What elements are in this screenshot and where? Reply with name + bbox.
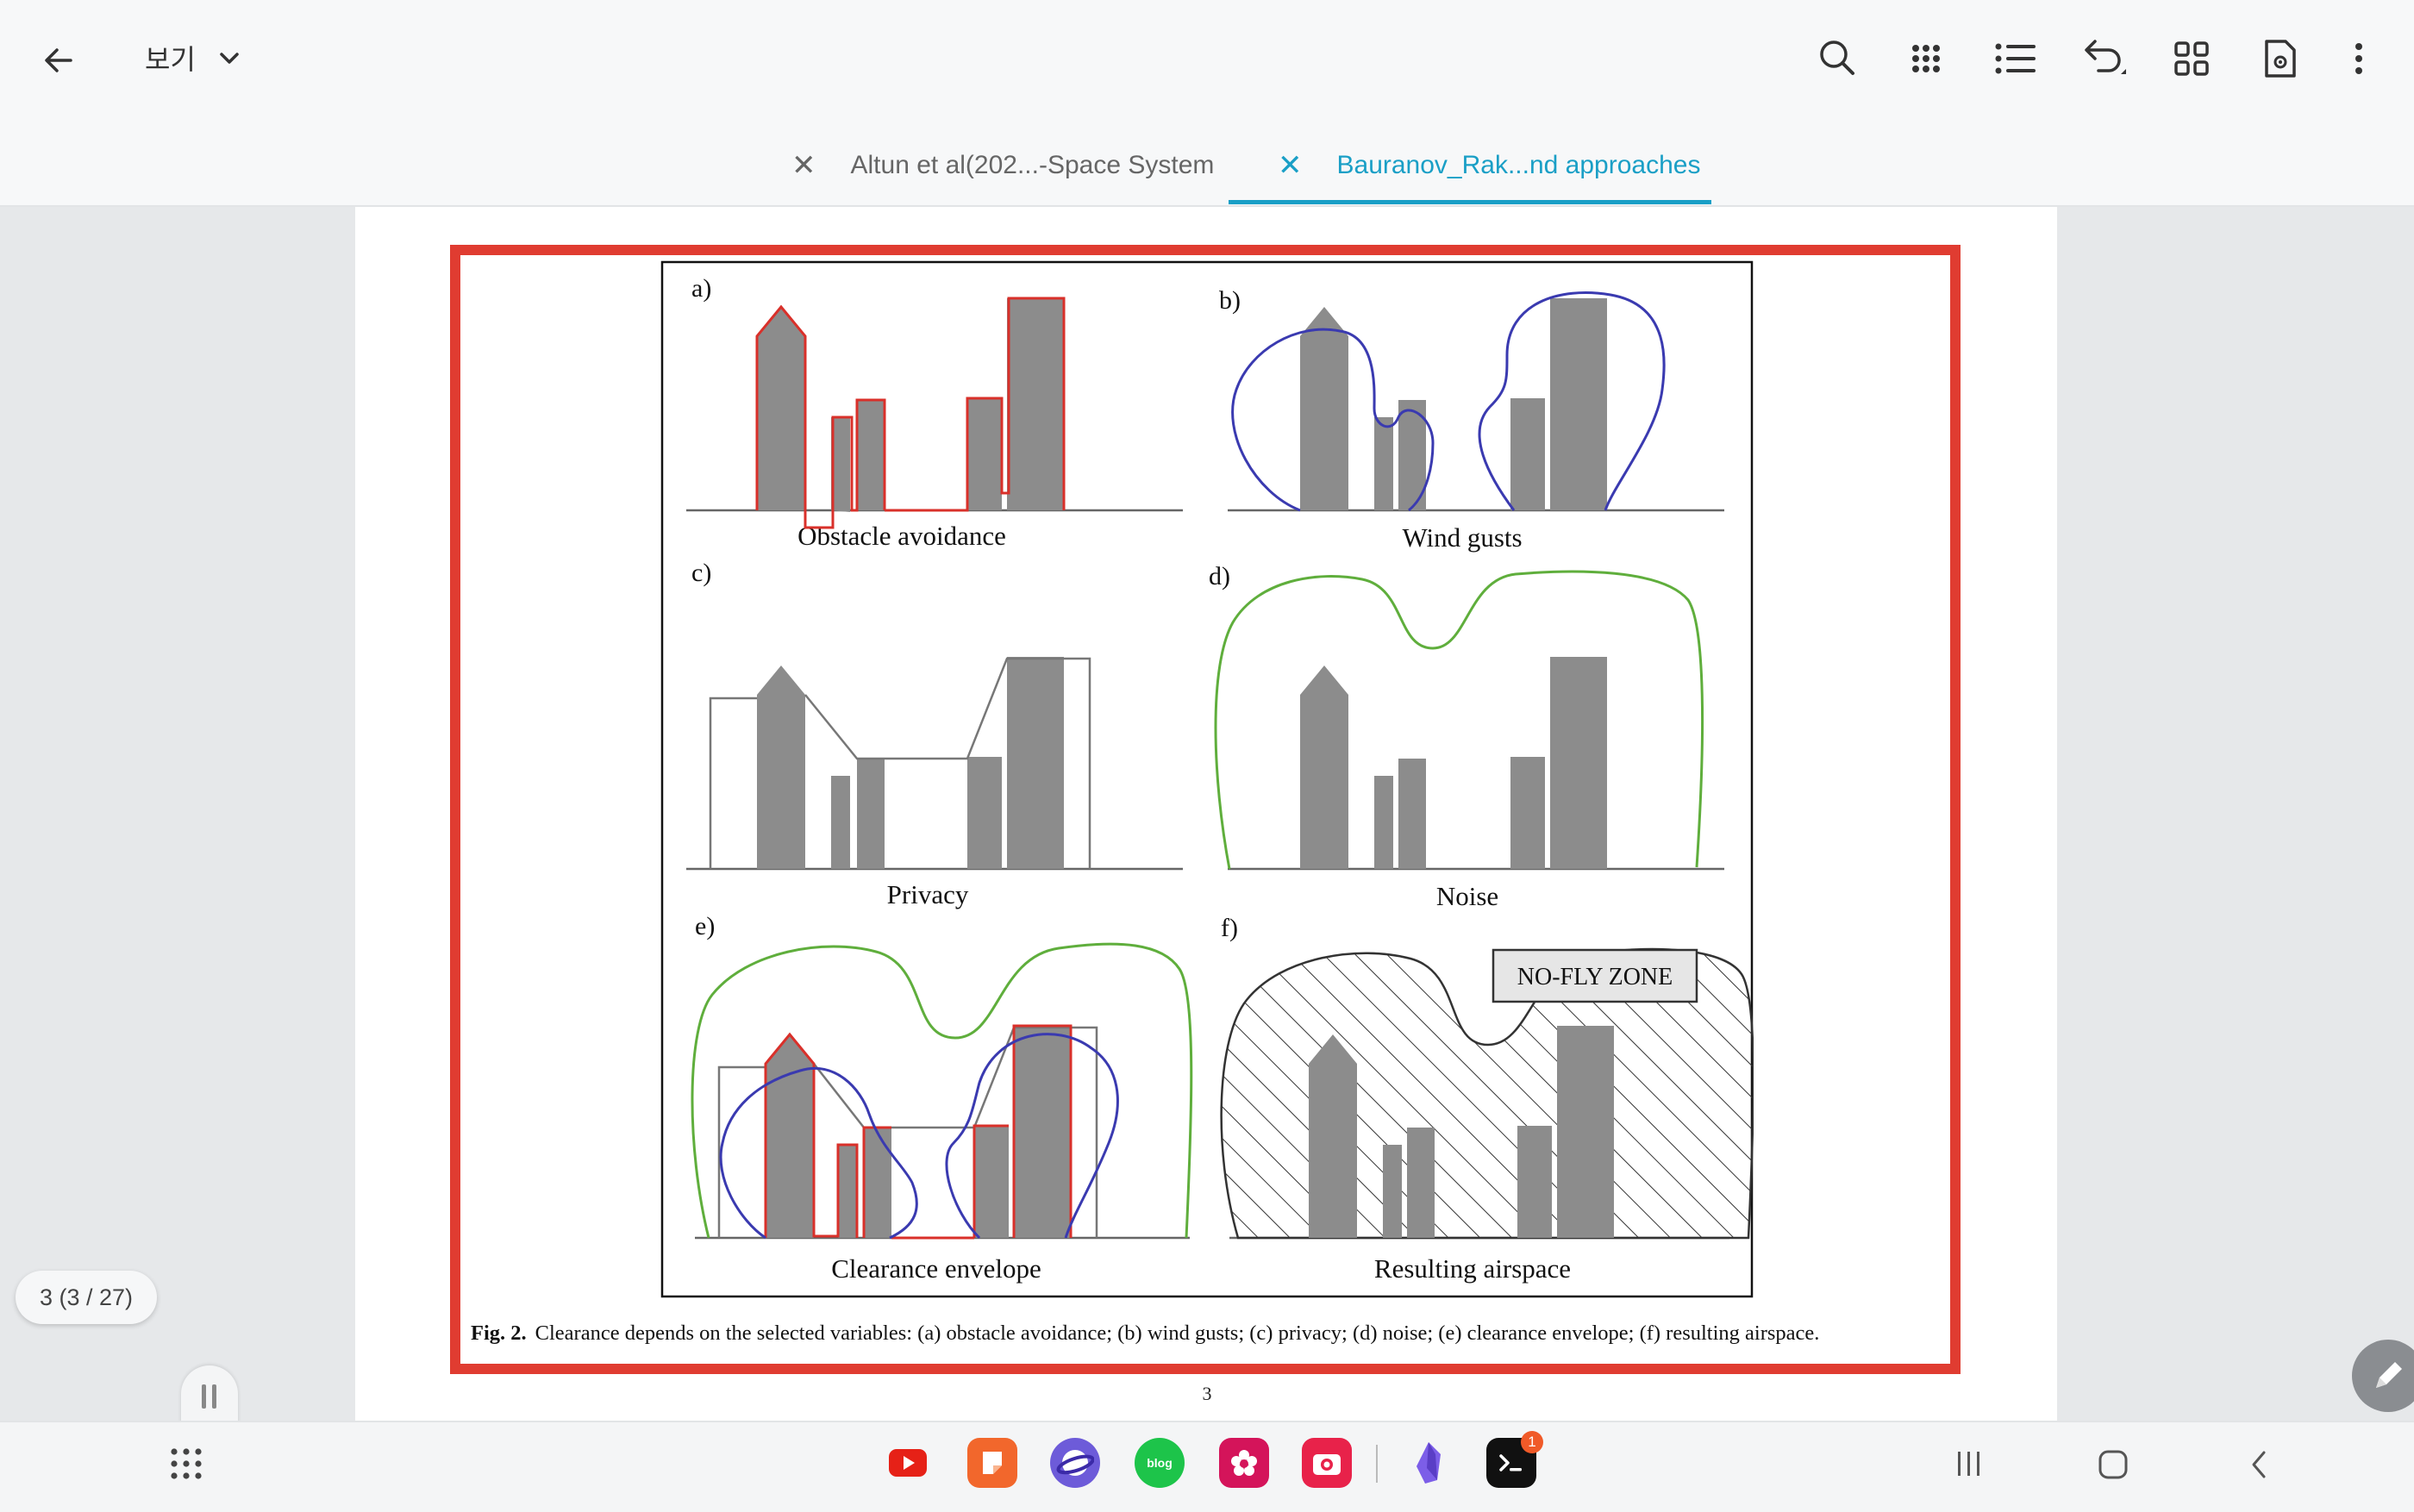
scroll-handle[interactable]: [181, 1365, 238, 1426]
chevron-down-icon[interactable]: [214, 43, 245, 74]
tab-altun[interactable]: ✕ Altun et al(202...-Space System: [791, 129, 1214, 202]
grid-dots-icon[interactable]: [1905, 38, 1947, 79]
page-indicator[interactable]: 3 (3 / 27): [16, 1271, 157, 1324]
back-arrow-icon[interactable]: [36, 38, 81, 83]
no-fly-zone-label: NO-FLY ZONE: [1517, 964, 1673, 990]
bottom-navbar: [0, 1421, 2414, 1512]
obsidian-icon[interactable]: [1404, 1438, 1454, 1488]
close-icon[interactable]: ✕: [1278, 148, 1303, 183]
panel-label-a: Obstacle avoidance: [797, 521, 1006, 551]
tab-label: Bauranov_Rak...nd approaches: [1336, 151, 1701, 179]
panel-label-b: Wind gusts: [1402, 522, 1522, 553]
notes-app-icon[interactable]: [967, 1438, 1017, 1488]
tab-bauranov[interactable]: ✕ Bauranov_Rak...nd approaches: [1278, 129, 1700, 202]
blog-app-icon[interactable]: blog: [1135, 1438, 1185, 1488]
app-drawer-icon[interactable]: [167, 1445, 205, 1483]
svg-text:blog: blog: [1147, 1456, 1173, 1470]
panel-letter-e: e): [695, 912, 715, 940]
samsung-internet-icon[interactable]: [1050, 1438, 1100, 1488]
panel-label-c: Privacy: [887, 879, 969, 909]
thumbnails-icon[interactable]: [2171, 38, 2212, 79]
view-menu-label[interactable]: 보기: [145, 38, 196, 78]
figure-caption: Fig. 2. Clearance depends on the selected…: [471, 1321, 1945, 1346]
panel-label-f: Resulting airspace: [1374, 1253, 1571, 1284]
recent-apps-icon[interactable]: [1952, 1446, 1986, 1481]
close-icon[interactable]: ✕: [791, 148, 816, 183]
youtube-icon[interactable]: [883, 1438, 933, 1488]
flower-app-icon[interactable]: [1219, 1438, 1269, 1488]
home-button-icon[interactable]: [2095, 1446, 2131, 1483]
panel-letter-f: f): [1221, 914, 1238, 942]
document-settings-icon[interactable]: [2259, 36, 2302, 81]
list-icon[interactable]: [1993, 38, 2038, 79]
panel-label-d: Noise: [1436, 881, 1498, 911]
active-tab-indicator: [1229, 200, 1711, 204]
caption-text: Clearance depends on the selected variab…: [535, 1321, 1820, 1345]
undo-icon[interactable]: [2081, 36, 2129, 83]
nav-back-icon[interactable]: [2242, 1446, 2276, 1483]
dock-divider: [1376, 1445, 1378, 1483]
tab-label: Altun et al(202...-Space System: [850, 151, 1215, 179]
camera-app-icon[interactable]: [1302, 1438, 1352, 1488]
panel-letter-c: c): [691, 559, 711, 587]
panel-letter-b: b): [1219, 286, 1241, 315]
pencil-icon: [2376, 1362, 2402, 1388]
more-vert-icon[interactable]: [2343, 38, 2374, 79]
caption-prefix: Fig. 2.: [471, 1321, 527, 1345]
page-number: 3: [1202, 1383, 1212, 1404]
figure-2-diagram: a) b) c) d) e) f) Obstacle avoidance Win…: [660, 260, 1754, 1298]
top-toolbar: 보기 ✕ Altun et al(202...-Space System ✕ B…: [0, 0, 2414, 207]
notification-badge: 1: [1521, 1431, 1543, 1453]
panel-letter-d: d): [1209, 562, 1230, 590]
search-icon[interactable]: [1816, 36, 1859, 79]
panel-label-e: Clearance envelope: [831, 1253, 1041, 1284]
panel-letter-a: a): [691, 274, 711, 303]
